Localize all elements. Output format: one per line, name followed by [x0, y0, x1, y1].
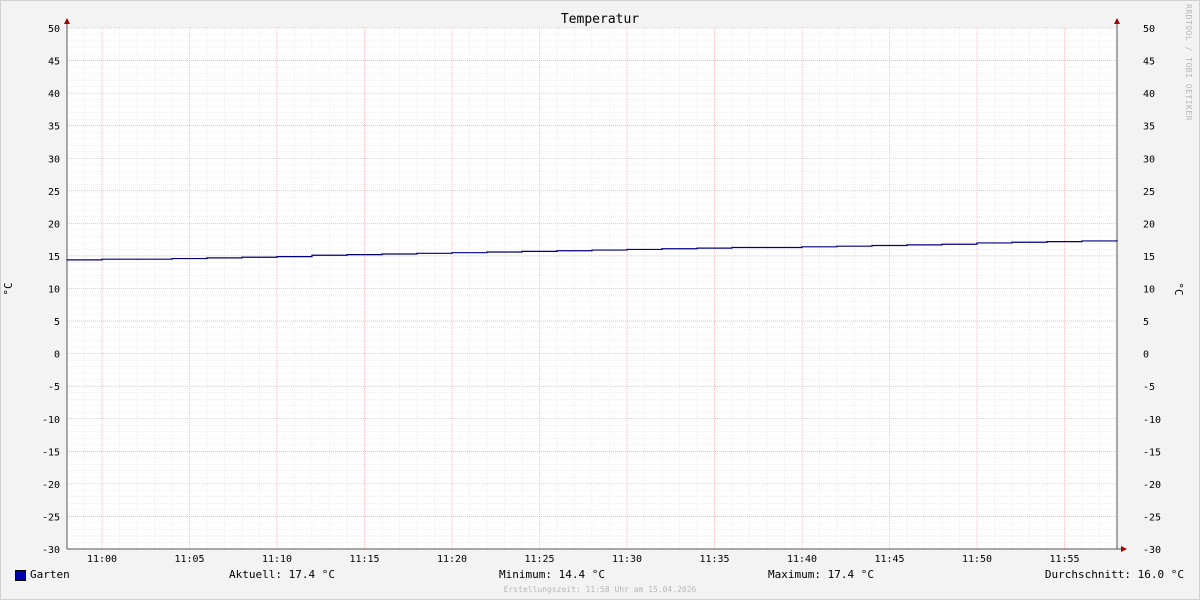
- data-point: [626, 248, 628, 251]
- y-tick-label-left: 40: [48, 89, 60, 100]
- data-point: [486, 251, 488, 253]
- x-tick-label: 11:00: [87, 554, 117, 565]
- legend-durchschnitt: Durchschnitt: 16.0 °C: [1044, 568, 1184, 581]
- y-tick-label-left: 0: [54, 350, 60, 361]
- y-tick-labels-right: 50454035302520151050-5-10-15-20-25-30: [1143, 24, 1161, 556]
- data-point: [836, 245, 838, 247]
- x-tick-label: 11:05: [174, 554, 204, 565]
- data-point: [1046, 241, 1048, 243]
- data-point: [906, 244, 908, 246]
- y-tick-label-left: 15: [48, 252, 60, 263]
- legend-series-name: Garten: [30, 568, 70, 581]
- legend-aktuell: Aktuell: 17.4 °C: [229, 568, 335, 581]
- data-point: [731, 246, 733, 249]
- legend-maximum: Maximum: 17.4 °C: [768, 568, 874, 581]
- y-tick-label-right: -25: [1143, 512, 1161, 523]
- data-point: [521, 250, 523, 252]
- y-tick-label-right: -30: [1143, 545, 1161, 556]
- data-point: [1081, 240, 1083, 242]
- x-tick-label: 11:35: [699, 554, 729, 565]
- data-point: [696, 247, 698, 249]
- y-tick-label-left: 45: [48, 57, 60, 68]
- data-point: [591, 249, 593, 251]
- legend-minimum: Minimum: 14.4 °C: [499, 568, 605, 581]
- data-point: [556, 250, 558, 252]
- y-tick-label-right: 40: [1143, 89, 1155, 100]
- x-tick-label: 11:25: [524, 554, 554, 565]
- x-tick-label: 11:15: [349, 554, 379, 565]
- x-tick-label: 11:45: [874, 554, 904, 565]
- y-tick-label-left: -30: [42, 545, 60, 556]
- x-axis-arrow: [1121, 546, 1127, 552]
- data-point: [381, 253, 383, 255]
- y-tick-label-right: 45: [1143, 57, 1155, 68]
- temperature-chart: 50454035302520151050-5-10-15-20-25-30 50…: [2, 12, 1185, 565]
- data-point: [206, 257, 208, 259]
- legend-swatch-garten: [15, 570, 26, 581]
- y-tick-label-left: -10: [42, 415, 60, 426]
- y-axis-label-left: °C: [2, 282, 15, 295]
- y-tick-label-left: -20: [42, 480, 60, 491]
- rrdtool-watermark: RRDTOOL / TOBI OETIKER: [1184, 4, 1193, 121]
- x-tick-label: 11:40: [787, 554, 817, 565]
- y-axis-arrow-right: [1114, 18, 1120, 24]
- data-point: [276, 255, 278, 258]
- data-point: [171, 257, 173, 260]
- y-tick-label-right: 35: [1143, 122, 1155, 133]
- data-point: [66, 259, 68, 261]
- data-point: [136, 258, 138, 260]
- y-tick-label-left: -5: [48, 382, 60, 393]
- y-tick-label-right: -5: [1143, 382, 1155, 393]
- data-point: [416, 252, 418, 254]
- creation-time-footer: Erstellungszeit: 11:58 Uhr am 15.04.2026: [503, 585, 697, 594]
- y-axis-arrow-left: [64, 18, 70, 24]
- data-point: [976, 242, 978, 244]
- x-tick-label: 11:55: [1049, 554, 1079, 565]
- y-tick-label-right: 15: [1143, 252, 1155, 263]
- data-point: [451, 252, 453, 254]
- x-tick-label: 11:50: [962, 554, 992, 565]
- y-tick-label-right: -15: [1143, 447, 1161, 458]
- data-point: [871, 244, 873, 247]
- data-point: [766, 246, 768, 249]
- y-tick-label-left: 35: [48, 122, 60, 133]
- data-point: [101, 258, 103, 260]
- data-point: [311, 254, 313, 256]
- chart-title: Temperatur: [561, 12, 639, 27]
- y-tick-label-left: 25: [48, 187, 60, 198]
- x-tick-label: 11:10: [262, 554, 292, 565]
- y-tick-label-left: 30: [48, 154, 60, 165]
- x-tick-label: 11:20: [437, 554, 467, 565]
- y-tick-label-right: 30: [1143, 154, 1155, 165]
- data-point: [941, 243, 943, 245]
- y-tick-label-left: 20: [48, 219, 60, 230]
- data-point: [346, 254, 348, 256]
- y-tick-label-left: 10: [48, 285, 60, 296]
- data-point: [1116, 239, 1118, 241]
- y-tick-label-right: 5: [1143, 317, 1149, 328]
- y-tick-label-left: -25: [42, 512, 60, 523]
- y-tick-label-right: 20: [1143, 219, 1155, 230]
- y-axis-label-right: °C: [1172, 282, 1185, 295]
- y-tick-label-right: 0: [1143, 350, 1149, 361]
- y-tick-label-right: -20: [1143, 480, 1161, 491]
- data-point: [241, 256, 243, 258]
- x-tick-labels: 11:00 11:05 11:10 11:15 11:20 11:25 11:30 11:35…: [87, 554, 1080, 565]
- y-tick-label-left: 5: [54, 317, 60, 328]
- data-point: [801, 246, 803, 248]
- y-tick-label-right: -10: [1143, 415, 1161, 426]
- data-point: [661, 248, 663, 250]
- y-tick-labels-left: 50454035302520151050-5-10-15-20-25-30: [42, 24, 60, 556]
- y-tick-label-left: -15: [42, 447, 60, 458]
- x-tick-label: 11:30: [612, 554, 642, 565]
- data-point: [1011, 241, 1013, 243]
- y-tick-label-right: 50: [1143, 24, 1155, 35]
- y-tick-label-right: 10: [1143, 285, 1155, 296]
- y-tick-label-right: 25: [1143, 187, 1155, 198]
- y-tick-label-left: 50: [48, 24, 60, 35]
